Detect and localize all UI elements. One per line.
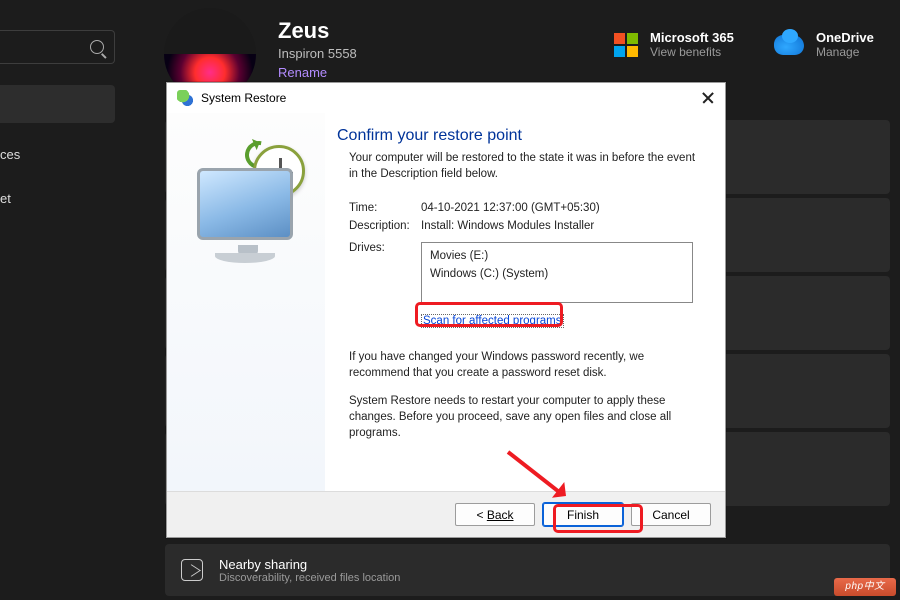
drive-item: Movies (E:) xyxy=(430,248,684,266)
dialog-heading: Confirm your restore point xyxy=(337,127,703,145)
drives-list: Movies (E:) Windows (C:) (System) xyxy=(421,242,693,303)
settings-search-input[interactable] xyxy=(0,30,115,64)
profile-model: Inspiron 5558 xyxy=(278,46,357,61)
nearby-title: Nearby sharing xyxy=(219,557,400,572)
time-value: 04-10-2021 12:37:00 (GMT+05:30) xyxy=(421,202,600,214)
rename-link[interactable]: Rename xyxy=(278,65,357,80)
highlight-scan-link xyxy=(415,302,563,327)
profile-name: Zeus xyxy=(278,18,357,44)
highlight-finish-button xyxy=(553,504,643,533)
description-label: Description: xyxy=(349,220,421,232)
drive-item: Windows (C:) (System) xyxy=(430,266,684,284)
dialog-illustration xyxy=(167,113,325,491)
nearby-sub: Discoverability, received files location xyxy=(219,572,400,584)
search-icon xyxy=(90,40,104,54)
drives-label: Drives: xyxy=(349,242,421,303)
password-note: If you have changed your Windows passwor… xyxy=(349,349,703,381)
microsoft-logo-icon xyxy=(614,33,638,57)
cancel-button[interactable]: Cancel xyxy=(631,503,711,526)
onedrive-promo[interactable]: OneDrive Manage xyxy=(774,30,874,59)
restart-note: System Restore needs to restart your com… xyxy=(349,393,703,441)
sidebar-item-bluetooth[interactable]: ces xyxy=(0,147,20,162)
onedrive-title: OneDrive xyxy=(816,30,874,45)
time-label: Time: xyxy=(349,202,421,214)
site-watermark: php中文 xyxy=(834,578,896,596)
m365-promo[interactable]: Microsoft 365 View benefits xyxy=(614,30,734,59)
dialog-subtext: Your computer will be restored to the st… xyxy=(349,151,703,182)
sidebar-item-selected[interactable] xyxy=(0,85,115,123)
onedrive-cloud-icon xyxy=(774,35,804,55)
dialog-titlebar[interactable]: System Restore xyxy=(167,83,725,113)
close-icon[interactable] xyxy=(699,89,717,107)
nearby-sharing-row[interactable]: Nearby sharing Discoverability, received… xyxy=(165,544,890,596)
system-restore-icon xyxy=(177,90,193,106)
dialog-title: System Restore xyxy=(201,91,286,105)
description-value: Install: Windows Modules Installer xyxy=(421,220,594,232)
sidebar-item-network[interactable]: et xyxy=(0,191,11,206)
m365-title: Microsoft 365 xyxy=(650,30,734,45)
share-icon xyxy=(181,559,203,581)
onedrive-sub: Manage xyxy=(816,45,874,59)
back-button[interactable]: < Back xyxy=(455,503,535,526)
m365-sub: View benefits xyxy=(650,45,734,59)
